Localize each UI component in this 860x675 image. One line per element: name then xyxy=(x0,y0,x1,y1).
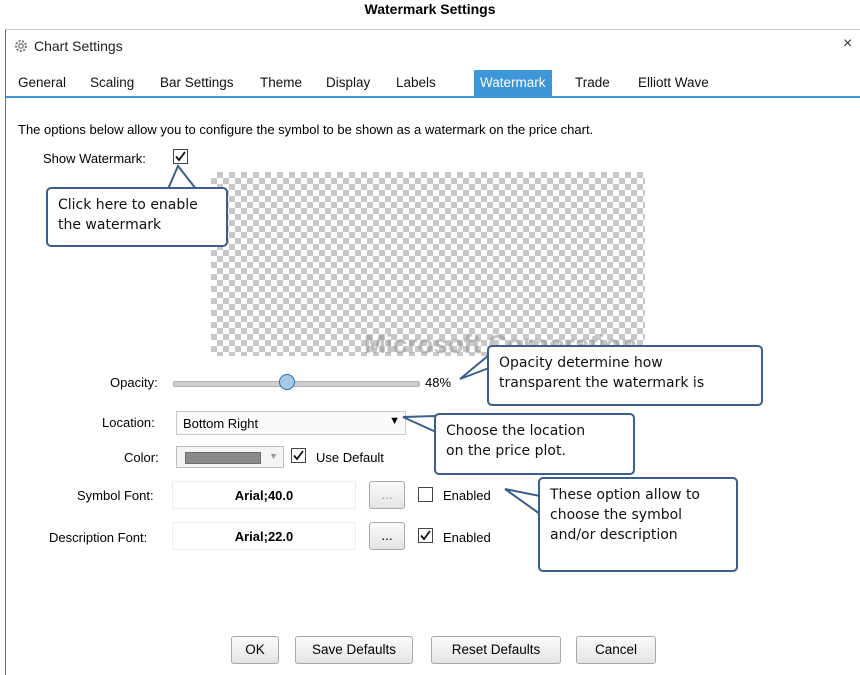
callout-font-line: and/or description xyxy=(550,527,678,543)
callout-font-line: These option allow to xyxy=(550,487,700,503)
callout-font: These option allow to choose the symbol … xyxy=(538,477,738,572)
callout-enable-line: Click here to enable xyxy=(58,197,198,213)
callout-opacity-line: transparent the watermark is xyxy=(499,375,705,391)
callout-enable: Click here to enable the watermark xyxy=(46,187,228,247)
callout-location-line: on the price plot. xyxy=(446,443,566,459)
callout-opacity: Opacity determine how transparent the wa… xyxy=(487,345,763,406)
callout-font-line: choose the symbol xyxy=(550,507,683,523)
callout-enable-line: the watermark xyxy=(58,217,162,233)
callout-location: Choose the location on the price plot. xyxy=(434,413,635,475)
callout-tails xyxy=(167,164,541,515)
callout-location-line: Choose the location xyxy=(446,423,586,439)
callout-opacity-line: Opacity determine how xyxy=(499,355,663,371)
